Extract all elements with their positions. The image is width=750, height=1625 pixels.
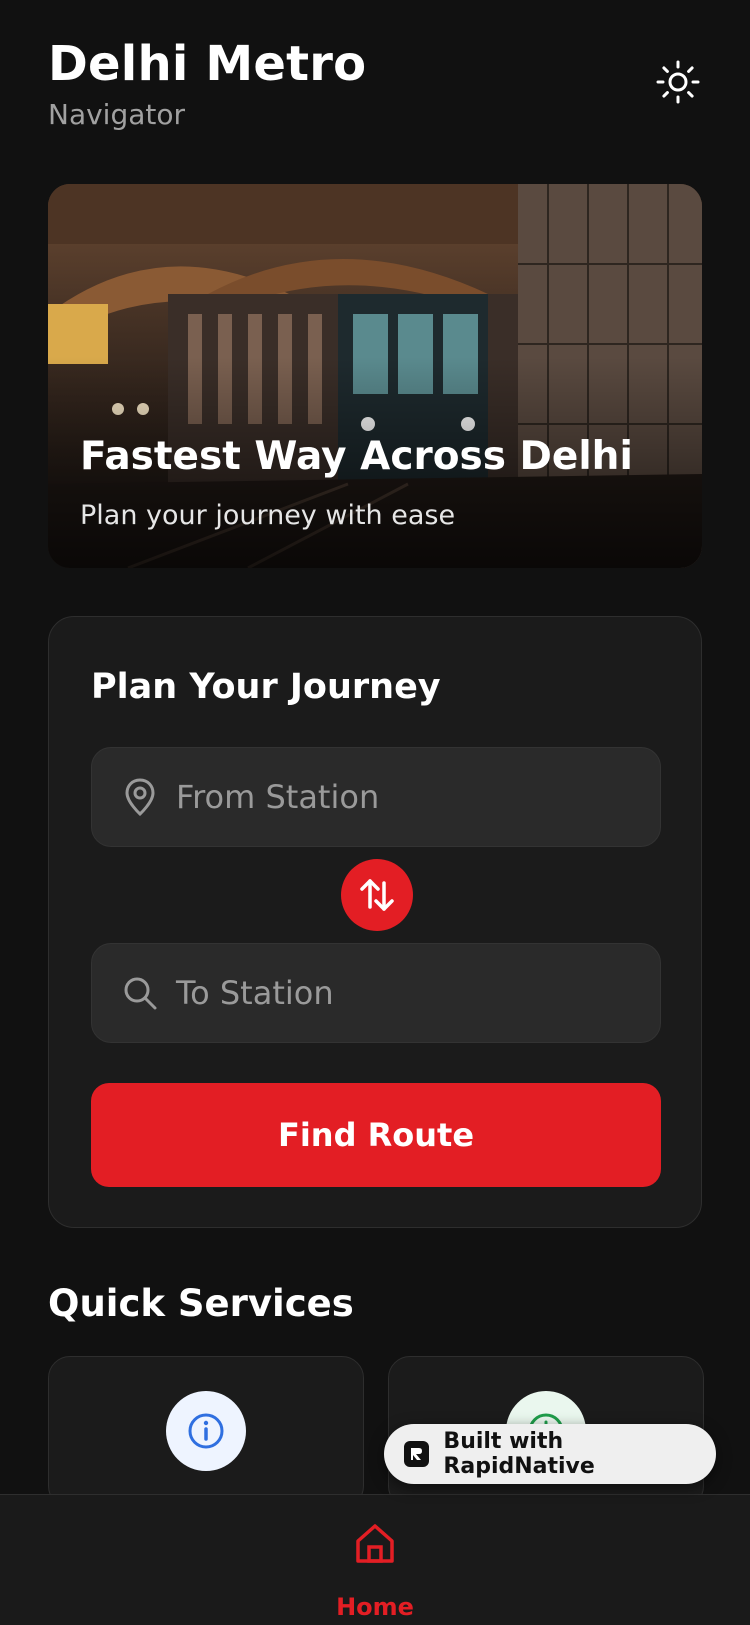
map-pin-icon [114, 771, 166, 823]
app-title: Delhi Metro [48, 36, 367, 92]
from-station-input[interactable]: From Station [91, 747, 661, 847]
service-card-info[interactable] [48, 1356, 364, 1508]
from-station-placeholder: From Station [176, 778, 380, 816]
sun-icon [656, 60, 700, 104]
rapidnative-logo-icon [404, 1441, 430, 1467]
hero-banner: Fastest Way Across Delhi Plan your journ… [48, 184, 702, 568]
tab-home-label: Home [336, 1593, 414, 1621]
home-icon [356, 1524, 394, 1563]
info-icon [166, 1391, 246, 1471]
tab-home[interactable]: Home [335, 1521, 415, 1625]
badge-label: Built with RapidNative [443, 1429, 595, 1479]
find-route-button[interactable]: Find Route [91, 1083, 661, 1187]
swap-vertical-icon [360, 879, 394, 911]
quick-services-title: Quick Services [48, 1282, 354, 1325]
hero-subtitle: Plan your journey with ease [80, 500, 456, 531]
search-icon [114, 967, 166, 1019]
to-station-placeholder: To Station [176, 974, 334, 1012]
planner-title: Plan Your Journey [91, 667, 441, 707]
built-with-rapidnative-badge[interactable]: Built with RapidNative [384, 1424, 716, 1484]
hero-title: Fastest Way Across Delhi [80, 434, 633, 479]
journey-planner-card: Plan Your Journey From Station To Statio… [48, 616, 702, 1228]
bottom-tab-bar: Home [0, 1494, 750, 1625]
app-subtitle: Navigator [48, 98, 186, 131]
theme-toggle-button[interactable] [652, 56, 704, 108]
swap-stations-button[interactable] [341, 859, 413, 931]
to-station-input[interactable]: To Station [91, 943, 661, 1043]
